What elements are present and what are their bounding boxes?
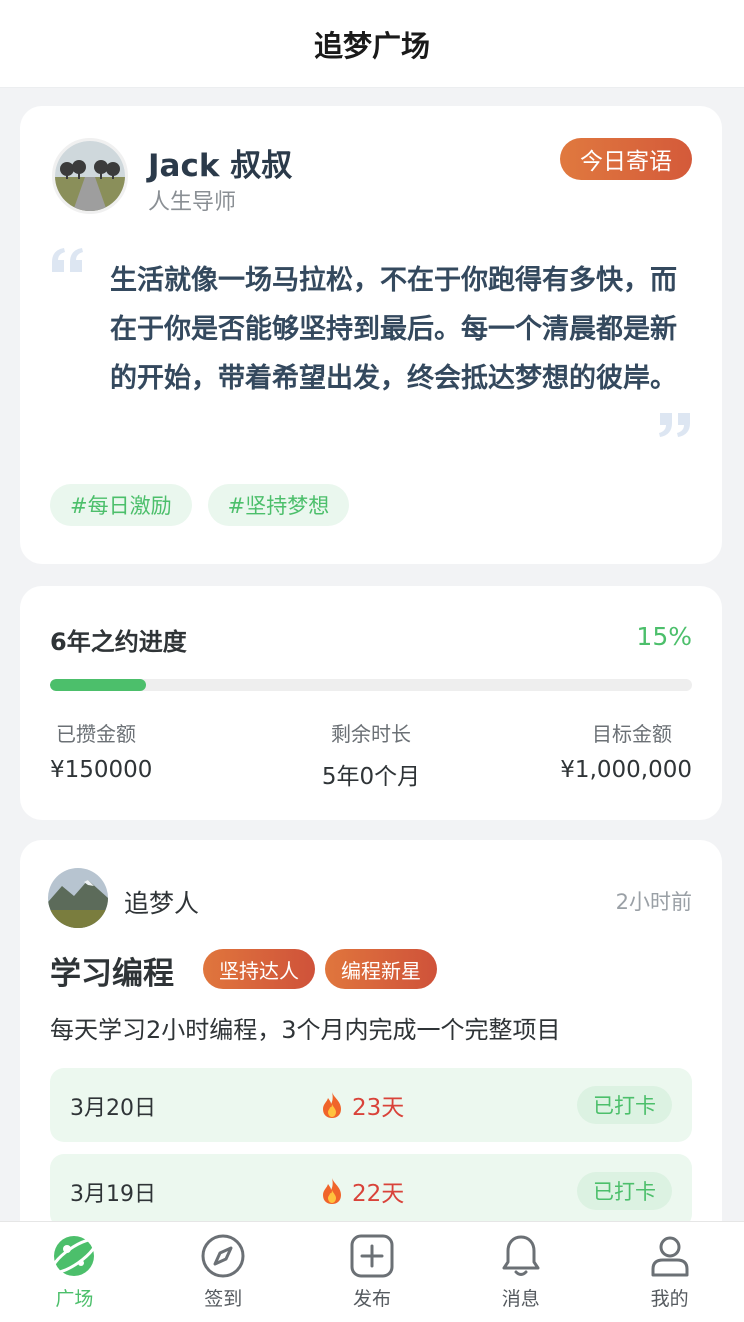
mentor-role: 人生导师: [148, 190, 237, 215]
saved-value: ¥150000: [50, 757, 153, 783]
checkin-row[interactable]: 3月20日 23天 已打卡: [50, 1068, 692, 1142]
post-description: 每天学习2小时编程，3个月内完成一个完整项目: [50, 1016, 561, 1044]
mentor-avatar[interactable]: [52, 138, 128, 214]
fire-icon: [323, 1178, 341, 1204]
close-quote-icon: [659, 413, 690, 437]
stat-target: 目标金额 ¥1,000,000: [472, 718, 692, 783]
tab-square[interactable]: 广场: [0, 1222, 149, 1322]
tab-profile[interactable]: 我的: [595, 1222, 744, 1322]
tab-label: 发布: [352, 1288, 391, 1310]
bell-icon: [502, 1235, 540, 1276]
user-name[interactable]: 追梦人: [124, 884, 199, 920]
tab-label: 消息: [501, 1288, 540, 1310]
target-value: ¥1,000,000: [560, 757, 692, 783]
open-quote-icon: [52, 248, 83, 272]
stat-saved: 已攒金额 ¥150000: [50, 718, 270, 783]
stat-remaining: 剩余时长 5年0个月: [261, 718, 481, 791]
top-header: 追梦广场: [0, 0, 744, 88]
tab-checkin[interactable]: 签到: [149, 1222, 298, 1322]
plus-square-icon: [350, 1234, 394, 1278]
tab-messages[interactable]: 消息: [446, 1222, 595, 1322]
tab-publish[interactable]: 发布: [298, 1222, 447, 1322]
checkin-date: 3月19日: [70, 1182, 156, 1207]
quote-text: 生活就像一场马拉松，不在于你跑得有多快，而在于你是否能够坚持到最后。每一个清晨都…: [110, 265, 677, 394]
savings-progress-card: 6年之约进度 15% 已攒金额 ¥150000 剩余时长 5年0个月 目标金额 …: [20, 586, 722, 820]
tab-label: 我的: [650, 1288, 689, 1310]
post-badges: 坚持达人 编程新星: [203, 949, 437, 989]
badge-coding-star: 编程新星: [325, 949, 437, 989]
progress-title: 6年之约进度: [50, 628, 187, 656]
tag-persist-dream[interactable]: #坚持梦想: [207, 484, 350, 526]
checkin-streak: 22天: [320, 1174, 404, 1208]
progress-bar-fill: [50, 679, 147, 691]
checkin-streak: 23天: [320, 1088, 404, 1122]
tab-label: 签到: [204, 1288, 243, 1310]
post-time: 2小时前: [615, 890, 692, 914]
progress-percent: 15%: [636, 622, 692, 651]
checkin-status-badge: 已打卡: [577, 1172, 672, 1210]
planet-icon: [51, 1236, 98, 1276]
remaining-label: 剩余时长: [331, 722, 411, 746]
remaining-value: 5年0个月: [321, 764, 421, 790]
fire-icon: [323, 1092, 341, 1118]
daily-quote-card: Jack 叔叔 人生导师 今日寄语 生活就像一场马拉松，不在于你跑得有多快，而在…: [20, 106, 722, 564]
badge-persistence: 坚持达人: [203, 949, 315, 989]
saved-label: 已攒金额: [56, 722, 136, 746]
compass-icon: [201, 1234, 245, 1278]
user-avatar[interactable]: [48, 868, 108, 928]
quote-tags: #每日激励 #坚持梦想: [50, 484, 350, 526]
target-label: 目标金额: [592, 722, 672, 746]
mentor-name: Jack 叔叔: [148, 148, 293, 184]
tag-daily-motivation[interactable]: #每日激励: [50, 484, 192, 526]
tab-label: 广场: [55, 1288, 94, 1310]
progress-bar: [50, 679, 692, 691]
streak-days: 23天: [352, 1095, 405, 1121]
post-title: 学习编程: [50, 956, 174, 992]
user-icon: [651, 1236, 689, 1277]
daily-quote-badge: 今日寄语: [560, 138, 692, 180]
checkin-date: 3月20日: [70, 1096, 156, 1121]
streak-days: 22天: [352, 1181, 405, 1207]
page-title: 追梦广场: [313, 28, 430, 63]
checkin-row[interactable]: 3月19日 22天 已打卡: [50, 1154, 692, 1228]
checkin-status-badge: 已打卡: [577, 1086, 672, 1124]
bottom-tab-bar: 广场 签到 发布 消息 我的: [0, 1221, 744, 1322]
